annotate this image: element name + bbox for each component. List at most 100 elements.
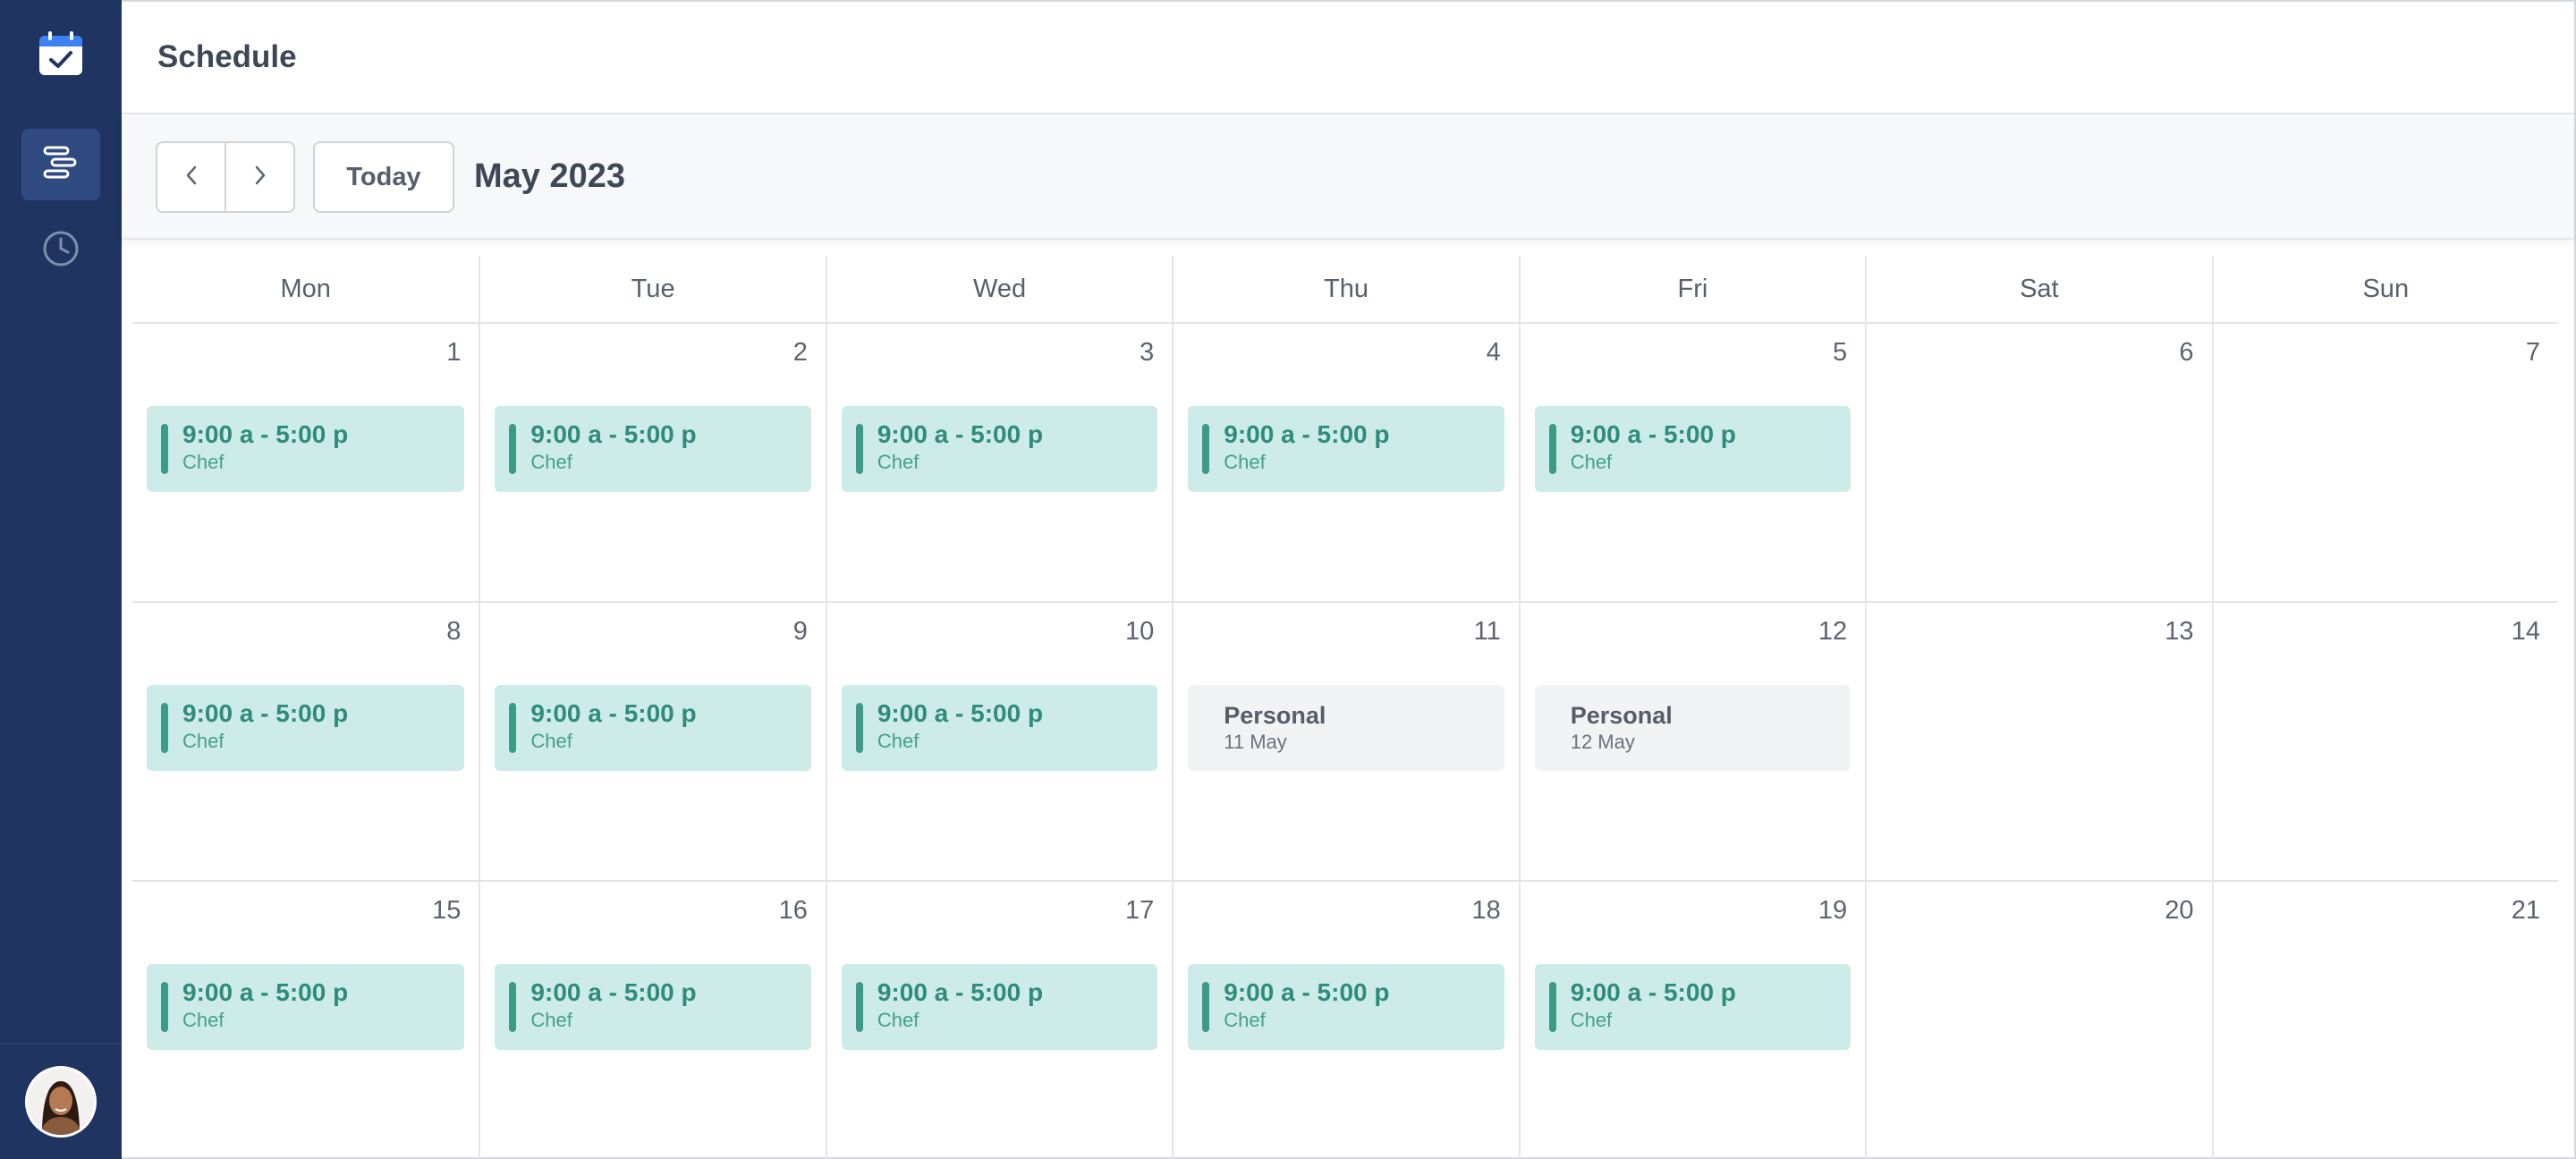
shift-role: Chef [1570, 1009, 1613, 1031]
previous-month-button[interactable] [157, 143, 225, 211]
day-number: 10 [1125, 617, 1155, 646]
day-cell[interactable]: 10 9:00 a - 5:00 p Chef [825, 603, 1172, 880]
shift-role: Chef [182, 451, 225, 473]
shift-event[interactable]: 9:00 a - 5:00 p Chef [495, 406, 811, 492]
day-number: 1 [446, 338, 462, 367]
shift-event[interactable]: 9:00 a - 5:00 p Chef [147, 406, 465, 492]
day-number: 13 [2165, 617, 2194, 646]
day-cell[interactable]: 7 [2211, 324, 2558, 601]
shift-role: Chef [530, 451, 572, 473]
shift-event[interactable]: 9:00 a - 5:00 p Chef [1188, 406, 1504, 492]
day-cell[interactable]: 18 9:00 a - 5:00 p Chef [1172, 882, 1518, 1159]
day-cell[interactable]: 11 Personal 11 May [1172, 603, 1518, 880]
shift-event[interactable]: 9:00 a - 5:00 p Chef [1534, 406, 1852, 492]
day-number: 7 [2525, 338, 2540, 367]
shift-event[interactable]: 9:00 a - 5:00 p Chef [1188, 964, 1504, 1050]
timeline-icon [41, 145, 80, 185]
shift-event[interactable]: 9:00 a - 5:00 p Chef [147, 964, 465, 1050]
shift-role: Chef [530, 730, 572, 752]
personal-event[interactable]: Personal 12 May [1534, 685, 1852, 771]
day-number: 4 [1486, 338, 1501, 367]
clock-icon [41, 229, 80, 273]
calendar-week-row: 8 9:00 a - 5:00 p Chef 9 9:00 a - 5:00 p Chef… [132, 603, 2558, 882]
shift-time: 9:00 a - 5:00 p [877, 420, 1044, 448]
calendar-check-icon[interactable] [36, 29, 86, 79]
weekday-header: Tue [479, 256, 825, 322]
day-cell[interactable]: 4 9:00 a - 5:00 p Chef [1172, 324, 1518, 601]
day-cell[interactable]: 5 9:00 a - 5:00 p Chef [1518, 324, 1865, 601]
shift-event[interactable]: 9:00 a - 5:00 p Chef [841, 406, 1158, 492]
shift-event[interactable]: 9:00 a - 5:00 p Chef [495, 964, 811, 1050]
personal-title: Personal [1570, 702, 1673, 729]
chevron-right-icon [251, 163, 269, 192]
shift-role: Chef [877, 451, 919, 473]
shift-role: Chef [1224, 451, 1266, 473]
day-cell[interactable]: 1 9:00 a - 5:00 p Chef [132, 324, 479, 601]
day-cell[interactable]: 9 9:00 a - 5:00 p Chef [479, 603, 825, 880]
sidebar-item-time[interactable] [21, 215, 100, 286]
day-number: 2 [792, 338, 808, 367]
day-cell[interactable]: 13 [1865, 603, 2211, 880]
day-cell[interactable]: 17 9:00 a - 5:00 p Chef [825, 882, 1172, 1159]
shift-event[interactable]: 9:00 a - 5:00 p Chef [1534, 964, 1852, 1050]
shift-time: 9:00 a - 5:00 p [1570, 978, 1736, 1006]
shift-event[interactable]: 9:00 a - 5:00 p Chef [147, 685, 465, 771]
current-month-label: May 2023 [474, 157, 626, 195]
shift-role: Chef [877, 1009, 919, 1031]
day-number: 12 [1818, 617, 1848, 646]
sidebar-item-schedule[interactable] [21, 129, 100, 200]
today-button[interactable]: Today [313, 141, 454, 213]
day-number: 3 [1140, 338, 1155, 367]
next-month-button[interactable] [225, 143, 293, 211]
personal-event[interactable]: Personal 11 May [1188, 685, 1504, 771]
page-header: Schedule [122, 2, 2574, 114]
weekday-header: Sun [2211, 256, 2558, 322]
shift-time: 9:00 a - 5:00 p [877, 978, 1044, 1006]
month-calendar: Mon Tue Wed Thu Fri Sat Sun 1 9:00 a - 5:… [132, 256, 2558, 1159]
day-number: 15 [432, 896, 462, 925]
day-cell[interactable]: 3 9:00 a - 5:00 p Chef [825, 324, 1172, 601]
day-number: 6 [2179, 338, 2194, 367]
day-number: 14 [2511, 617, 2540, 646]
weekday-header: Mon [280, 274, 331, 303]
day-number: 8 [446, 617, 462, 646]
shift-time: 9:00 a - 5:00 p [877, 699, 1044, 727]
shift-event[interactable]: 9:00 a - 5:00 p Chef [841, 964, 1158, 1050]
shift-role: Chef [1570, 451, 1613, 473]
day-number: 5 [1833, 338, 1848, 367]
shift-event[interactable]: 9:00 a - 5:00 p Chef [495, 685, 811, 771]
weekday-header: Wed [825, 256, 1172, 322]
avatar[interactable] [25, 1066, 97, 1138]
day-number: 19 [1818, 896, 1848, 925]
calendar-week-row: 15 9:00 a - 5:00 p Chef 16 9:00 a - 5:00 p Ch… [132, 882, 2558, 1159]
day-cell[interactable]: 19 9:00 a - 5:00 p Chef [1518, 882, 1865, 1159]
weekday-header: Thu [1172, 256, 1518, 322]
calendar-toolbar: Today May 2023 [122, 116, 2574, 240]
shift-time: 9:00 a - 5:00 p [1224, 420, 1390, 448]
day-cell[interactable]: 12 Personal 12 May [1518, 603, 1865, 880]
shift-role: Chef [877, 730, 919, 752]
page-title: Schedule [157, 39, 297, 74]
sidebar [0, 0, 122, 1159]
calendar-weeks: 1 9:00 a - 5:00 p Chef 2 9:00 a - 5:00 p Chef… [132, 324, 2558, 1159]
day-cell[interactable]: 8 9:00 a - 5:00 p Chef [132, 603, 479, 880]
day-cell[interactable]: 20 [1865, 882, 2211, 1159]
day-number: 17 [1125, 896, 1155, 925]
day-number: 18 [1471, 896, 1501, 925]
shift-event[interactable]: 9:00 a - 5:00 p Chef [841, 685, 1158, 771]
day-cell[interactable]: 14 [2211, 603, 2558, 880]
day-cell[interactable]: 6 [1865, 324, 2211, 601]
main-panel: Schedule Today May 2023 Mon Tue Wed Thu … [122, 0, 2576, 1159]
day-cell[interactable]: 21 [2211, 882, 2558, 1159]
weekday-header: Fri [1518, 256, 1865, 322]
day-cell[interactable]: 2 9:00 a - 5:00 p Chef [479, 324, 825, 601]
shift-time: 9:00 a - 5:00 p [530, 978, 697, 1006]
shift-role: Chef [182, 730, 225, 752]
day-number: 21 [2511, 896, 2540, 925]
shift-role: Chef [1224, 1009, 1266, 1031]
personal-date: 12 May [1570, 731, 1635, 753]
day-number: 16 [778, 896, 808, 925]
day-cell[interactable]: 16 9:00 a - 5:00 p Chef [479, 882, 825, 1159]
shift-role: Chef [530, 1009, 572, 1031]
day-cell[interactable]: 15 9:00 a - 5:00 p Chef [132, 882, 479, 1159]
